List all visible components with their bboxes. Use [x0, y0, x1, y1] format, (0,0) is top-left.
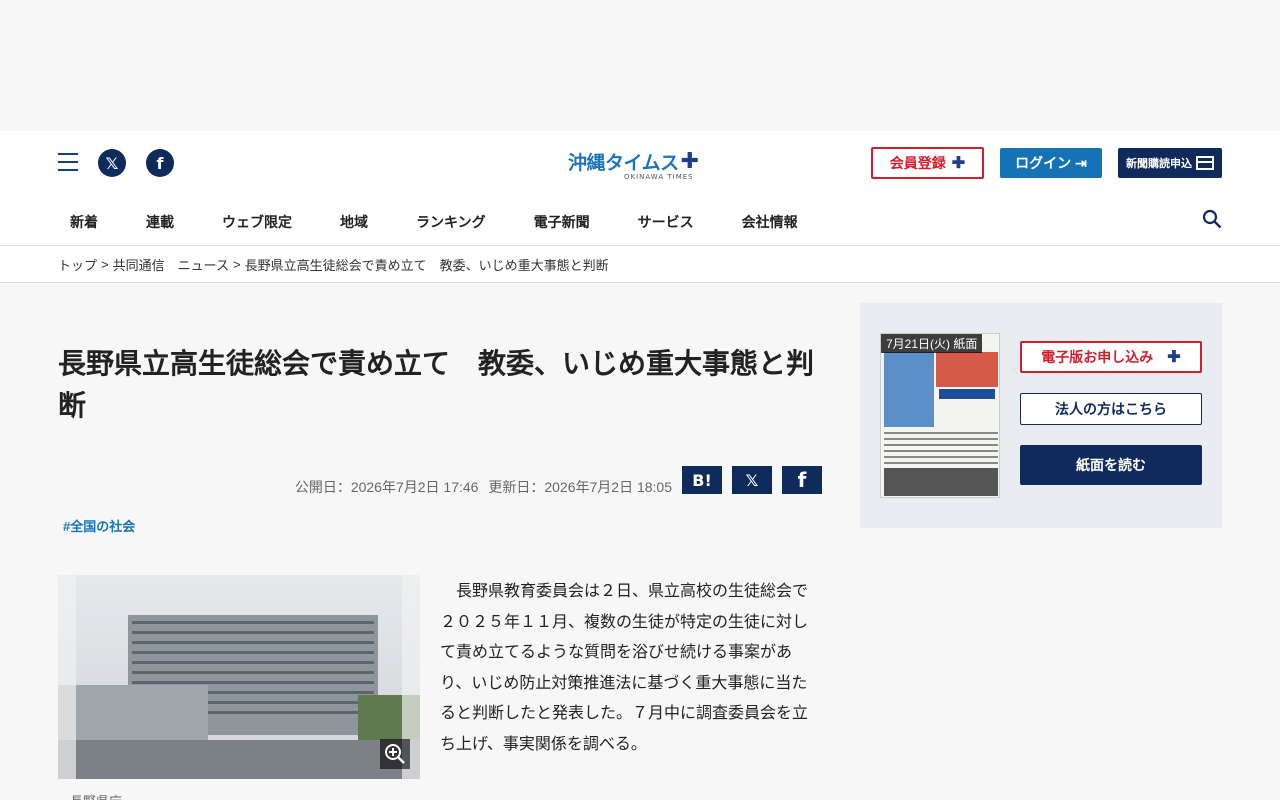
logo-subtext: OKINAWA TIMES — [624, 173, 694, 181]
login-button[interactable]: ログイン ⇥ — [1000, 148, 1102, 178]
nav-item-ranking[interactable]: ランキング — [416, 212, 486, 232]
read-label: 紙面を読む — [1076, 457, 1146, 473]
site-logo[interactable]: 沖縄タイムス ✚ OKINAWA TIMES — [568, 148, 699, 181]
login-arrow-icon: ⇥ — [1075, 154, 1087, 171]
site-header: 𝕏 f 沖縄タイムス ✚ OKINAWA TIMES 会員登録 ✚ ログイン ⇥ … — [0, 131, 1280, 246]
article-photo[interactable] — [58, 575, 420, 779]
breadcrumb-separator: > — [232, 256, 241, 272]
login-label: ログイン — [1015, 155, 1072, 171]
hatena-bookmark-button[interactable]: B! — [682, 466, 722, 494]
sidebar-paper-box: 7月21日(火) 紙面 電子版お申し込み ✚ 法人の方はこちら 紙面を読む — [860, 303, 1222, 528]
plus-icon: ✚ — [1167, 349, 1181, 366]
nav-item-series[interactable]: 連載 — [146, 212, 174, 232]
digital-subscribe-button[interactable]: 電子版お申し込み ✚ — [1020, 341, 1202, 373]
nav-item-region[interactable]: 地域 — [340, 212, 368, 232]
digital-label: 電子版お申し込み — [1041, 349, 1154, 365]
article-dates: 公開日：2026年7月2日 17:46 更新日：2026年7月2日 18:05 — [295, 477, 672, 497]
search-icon[interactable] — [1202, 209, 1222, 229]
zoom-icon[interactable] — [380, 739, 410, 769]
article-tag[interactable]: #全国の社会 — [63, 516, 135, 535]
register-button[interactable]: 会員登録 ✚ — [871, 147, 984, 179]
nav-item-e-paper[interactable]: 電子新聞 — [534, 212, 590, 232]
newspaper-icon — [1196, 156, 1214, 170]
logo-text: 沖縄タイムス — [568, 152, 679, 174]
header-top: 𝕏 f 沖縄タイムス ✚ OKINAWA TIMES 会員登録 ✚ ログイン ⇥ … — [0, 131, 1280, 196]
building-photo — [58, 575, 420, 779]
published-date: 公開日：2026年7月2日 17:46 — [294, 479, 479, 495]
logo-plus-icon: ✚ — [680, 149, 699, 174]
share-facebook-button[interactable]: f — [782, 466, 822, 494]
corporate-button[interactable]: 法人の方はこちら — [1020, 393, 1202, 425]
subscribe-button[interactable]: 新聞購読申込 — [1118, 148, 1222, 178]
main-content: 長野県立高生徒総会で責め立て 教委、いじめ重大事態と判断 公開日：2026年7月… — [0, 283, 1280, 800]
subscribe-label: 新聞購読申込 — [1126, 158, 1192, 170]
corporate-label: 法人の方はこちら — [1055, 401, 1167, 417]
updated-date: 更新日：2026年7月2日 18:05 — [488, 479, 672, 495]
register-label: 会員登録 — [889, 155, 946, 171]
breadcrumb: トップ > 共同通信 ニュース > 長野県立高生徒総会で責め立て 教委、いじめ重… — [0, 246, 1280, 283]
newspaper-image — [881, 334, 999, 497]
share-x-button[interactable]: 𝕏 — [732, 466, 772, 494]
read-paper-button[interactable]: 紙面を読む — [1020, 445, 1202, 485]
nav-item-web-only[interactable]: ウェブ限定 — [222, 212, 292, 232]
breadcrumb-separator: > — [101, 256, 109, 272]
ad-slot — [0, 0, 1280, 131]
plus-icon: ✚ — [951, 155, 966, 172]
breadcrumb-top[interactable]: トップ — [58, 255, 97, 274]
nav-item-service[interactable]: サービス — [638, 212, 694, 232]
breadcrumb-section[interactable]: 共同通信 ニュース — [113, 255, 229, 274]
article-title: 長野県立高生徒総会で責め立て 教委、いじめ重大事態と判断 — [58, 348, 815, 421]
paper-date: 7月21日(火) 紙面 — [881, 334, 983, 353]
photo-caption: 長野県庁 — [70, 791, 122, 800]
nav-item-new[interactable]: 新着 — [70, 212, 98, 232]
menu-icon[interactable] — [58, 153, 78, 171]
article-body: 長野県教育委員会は２日、県立高校の生徒総会で２０２５年１１月、複数の生徒が特定の… — [440, 583, 809, 753]
breadcrumb-current: 長野県立高生徒総会で責め立て 教委、いじめ重大事態と判断 — [244, 257, 609, 273]
newspaper-thumbnail[interactable]: 7月21日(火) 紙面 — [880, 333, 1000, 498]
nav-item-company[interactable]: 会社情報 — [742, 212, 798, 232]
facebook-icon[interactable]: f — [146, 149, 174, 177]
x-icon[interactable]: 𝕏 — [98, 149, 126, 177]
main-nav: 新着 連載 ウェブ限定 地域 ランキング 電子新聞 サービス 会社情報 — [0, 196, 1280, 246]
